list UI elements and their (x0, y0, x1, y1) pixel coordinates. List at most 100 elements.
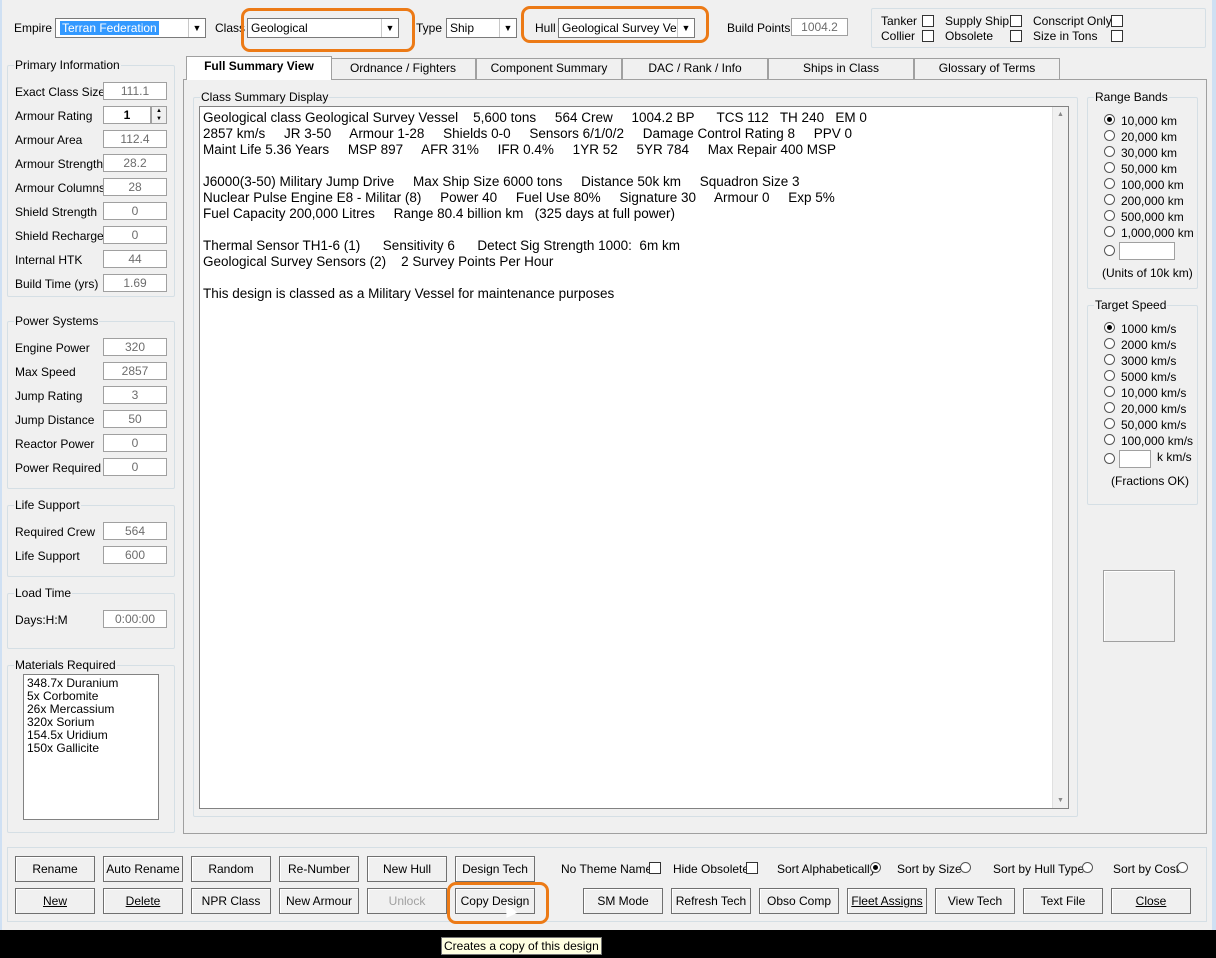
range-option-label: 10,000 km (1121, 114, 1178, 128)
hide-obsolete-checkbox[interactable] (746, 862, 758, 874)
speed-radio-1000[interactable] (1104, 322, 1115, 333)
range-bands-title: Range Bands (1094, 90, 1169, 104)
range-radio-30000[interactable] (1104, 146, 1115, 157)
range-radio-20000[interactable] (1104, 130, 1115, 141)
npr-class-button[interactable]: NPR Class (191, 888, 271, 914)
range-radio-200000[interactable] (1104, 194, 1115, 205)
supply-ship-label: Supply Ship (945, 14, 1010, 28)
sort-cost-radio[interactable] (1177, 862, 1188, 873)
chevron-down-icon[interactable]: ▼ (188, 19, 205, 37)
armour-rating-stepper[interactable]: 1 (103, 106, 151, 124)
range-custom-input[interactable] (1119, 242, 1175, 260)
power-required-label: Power Required (15, 461, 102, 475)
sm-mode-button[interactable]: SM Mode (583, 888, 663, 914)
range-option-label: 20,000 km (1121, 130, 1178, 144)
tab-dac-rank-info[interactable]: DAC / Rank / Info (622, 58, 768, 79)
new-button[interactable]: New (15, 888, 95, 914)
speed-option-label: 20,000 km/s (1121, 402, 1187, 416)
range-option-label: 200,000 km (1121, 194, 1184, 208)
delete-button[interactable]: Delete (103, 888, 183, 914)
speed-fractions-note: (Fractions OK) (1111, 474, 1190, 488)
empire-select[interactable]: Terran Federation ▼ (55, 18, 206, 38)
scroll-up-icon[interactable]: ▲ (1057, 111, 1064, 118)
text-file-button[interactable]: Text File (1023, 888, 1103, 914)
collier-checkbox[interactable] (922, 30, 934, 42)
range-radio-custom[interactable] (1104, 245, 1115, 256)
shield-recharge-field: 0 (103, 226, 167, 244)
class-highlight (241, 8, 415, 52)
armour-area-label: Armour Area (15, 133, 83, 147)
fleet-assigns-button[interactable]: Fleet Assigns (847, 888, 927, 914)
target-speed-title: Target Speed (1094, 298, 1168, 312)
tab-full-summary[interactable]: Full Summary View (186, 56, 332, 80)
obso-comp-button[interactable]: Obso Comp (759, 888, 839, 914)
speed-radio-2000[interactable] (1104, 338, 1115, 349)
tab-glossary[interactable]: Glossary of Terms (914, 58, 1060, 79)
sort-size-radio[interactable] (960, 862, 971, 873)
range-radio-50000[interactable] (1104, 162, 1115, 173)
vertical-scrollbar[interactable]: ▲ ▼ (1052, 107, 1068, 808)
random-name-button[interactable]: Random Name (191, 856, 271, 900)
shield-recharge-label: Shield Recharge (15, 229, 104, 243)
view-tech-button[interactable]: View Tech (935, 888, 1015, 914)
speed-radio-100000[interactable] (1104, 434, 1115, 445)
sort-hull-radio[interactable] (1082, 862, 1093, 873)
load-time-title: Load Time (14, 586, 73, 600)
collier-label: Collier (881, 29, 916, 43)
refresh-tech-button[interactable]: Refresh Tech (671, 888, 751, 914)
design-tech-button[interactable]: Design Tech (455, 856, 535, 882)
speed-radio-50000[interactable] (1104, 418, 1115, 429)
speed-radio-3000[interactable] (1104, 354, 1115, 365)
materials-list[interactable]: 348.7x Duranium 5x Corbomite 26x Mercass… (23, 674, 159, 820)
close-button[interactable]: Close (1111, 888, 1191, 914)
scroll-down-icon[interactable]: ▼ (1057, 797, 1064, 804)
range-radio-100000[interactable] (1104, 178, 1115, 189)
speed-radio-custom[interactable] (1104, 453, 1115, 464)
tab-ships-in-class[interactable]: Ships in Class (768, 58, 914, 79)
armour-rating-label: Armour Rating (15, 109, 93, 123)
renumber-button[interactable]: Re-Number (279, 856, 359, 882)
build-points-field: 1004.2 (791, 18, 848, 36)
empire-label: Empire (14, 21, 53, 35)
summary-line: Nuclear Pulse Engine E8 - Militar (8) Po… (203, 190, 835, 205)
tab-component-summary[interactable]: Component Summary (476, 58, 622, 79)
sort-alpha-radio[interactable] (870, 862, 881, 873)
armour-strength-label: Armour Strength (15, 157, 104, 171)
type-label: Type (416, 21, 443, 35)
armour-rating-spin-buttons[interactable]: ▲ ▼ (151, 106, 167, 124)
no-theme-checkbox[interactable] (649, 862, 661, 874)
speed-option-label: 2000 km/s (1121, 338, 1177, 352)
speed-unit-label: k km/s (1157, 450, 1192, 464)
obsolete-checkbox[interactable] (1010, 30, 1022, 42)
new-armour-button[interactable]: New Armour (279, 888, 359, 914)
range-radio-1000000[interactable] (1104, 226, 1115, 237)
speed-radio-20000[interactable] (1104, 402, 1115, 413)
range-option-label: 100,000 km (1121, 178, 1184, 192)
conscript-only-label: Conscript Only (1033, 14, 1112, 28)
new-hull-button[interactable]: New Hull (367, 856, 447, 882)
summary-line: Fuel Capacity 200,000 Litres Range 80.4 … (203, 206, 675, 221)
tanker-checkbox[interactable] (922, 15, 934, 27)
tab-ordnance[interactable]: Ordnance / Fighters (330, 58, 476, 79)
load-time-field: 0:00:00 (103, 610, 167, 628)
rename-button[interactable]: Rename (15, 856, 95, 882)
speed-option-label: 3000 km/s (1121, 354, 1177, 368)
size-in-tons-label: Size in Tons (1033, 29, 1098, 43)
summary-line: Geological Survey Sensors (2) 2 Survey P… (203, 254, 554, 269)
size-in-tons-checkbox[interactable] (1111, 30, 1123, 42)
range-radio-10000[interactable] (1104, 114, 1115, 125)
speed-custom-input[interactable] (1119, 450, 1151, 468)
jump-rating-field: 3 (103, 386, 167, 404)
speed-radio-5000[interactable] (1104, 370, 1115, 381)
supply-ship-checkbox[interactable] (1010, 15, 1022, 27)
range-radio-500000[interactable] (1104, 210, 1115, 221)
type-select[interactable]: Ship ▼ (446, 18, 517, 38)
sort-alpha-label: Sort Alphabetically (777, 862, 876, 876)
class-summary-textbox[interactable]: Geological class Geological Survey Vesse… (199, 106, 1069, 809)
speed-radio-10000[interactable] (1104, 386, 1115, 397)
range-option-label: 30,000 km (1121, 146, 1178, 160)
auto-rename-button[interactable]: Auto Rename (103, 856, 183, 882)
unlock-button[interactable]: Unlock (367, 888, 447, 914)
chevron-down-icon[interactable]: ▼ (499, 19, 516, 37)
conscript-only-checkbox[interactable] (1111, 15, 1123, 27)
